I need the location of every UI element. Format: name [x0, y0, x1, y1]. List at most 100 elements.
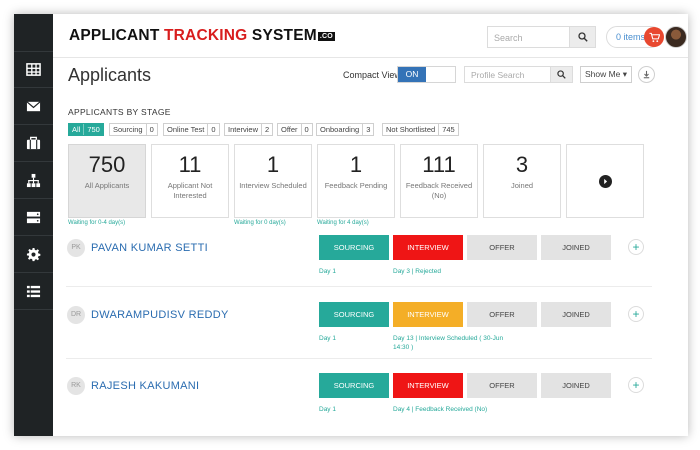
toggle-on-label: ON: [398, 67, 426, 82]
filter-online-test[interactable]: Online Test 0: [163, 123, 220, 136]
stage-card-not-interested[interactable]: 11 Applicant Not Interested: [151, 144, 229, 218]
gear-icon: [26, 247, 41, 261]
cart-icon: [648, 32, 660, 42]
app-logo[interactable]: APPLICANT TRACKING SYSTEM .CO: [69, 27, 335, 45]
app-window: APPLICANT TRACKING SYSTEM .CO Search 0 it…: [14, 14, 688, 436]
sidebar-item-jobs[interactable]: [14, 125, 53, 162]
stage-joined-button[interactable]: JOINED: [541, 373, 611, 398]
download-icon: [643, 70, 650, 79]
top-bar: APPLICANT TRACKING SYSTEM .CO Search 0 it…: [53, 14, 688, 58]
stage-sourcing-button[interactable]: SOURCING: [319, 235, 389, 260]
card-label: Joined: [510, 181, 534, 190]
add-stage-button[interactable]: +: [628, 239, 644, 255]
chevron-right-icon: [598, 174, 612, 188]
card-label: All Applicants: [84, 181, 130, 190]
logo-text-tracking: TRACKING: [164, 27, 248, 44]
stage-note: Day 1: [319, 268, 336, 275]
stage-interview-button[interactable]: INTERVIEW: [393, 302, 463, 327]
card-value: 750: [88, 152, 126, 177]
avatar: PK: [67, 239, 85, 257]
add-stage-button[interactable]: +: [628, 306, 644, 322]
stage-card-interview-scheduled[interactable]: 1 Interview Scheduled: [234, 144, 312, 218]
card-value: 111: [422, 152, 456, 177]
stage-offer-button[interactable]: OFFER: [467, 373, 537, 398]
stage-interview-button[interactable]: INTERVIEW: [393, 373, 463, 398]
filter-onboarding[interactable]: Onboarding 3: [316, 123, 375, 136]
filter-count: 0: [207, 124, 218, 135]
stage-joined-button[interactable]: JOINED: [541, 235, 611, 260]
stage-card-all-applicants[interactable]: 750 All Applicants: [68, 144, 146, 218]
stage-card-feedback-received[interactable]: 111 Feedback Received (No): [400, 144, 478, 218]
stage-card-joined[interactable]: 3 Joined: [483, 144, 561, 218]
compact-view-toggle[interactable]: ON: [397, 66, 456, 83]
card-value: 1: [266, 152, 280, 177]
row-divider: [66, 358, 652, 359]
sidebar-item-organization[interactable]: [14, 162, 53, 199]
org-chart-icon: [26, 173, 41, 187]
sidebar-item-dashboard[interactable]: [14, 51, 53, 88]
stage-note: Day 13 | Interview Scheduled ( 30-Jun: [393, 335, 504, 342]
filter-offer[interactable]: Offer 0: [277, 123, 313, 136]
filter-not-shortlisted[interactable]: Not Shortlisted 745: [382, 123, 459, 136]
search-icon: [577, 32, 588, 42]
waiting-note: Waiting for 0 day(s): [234, 220, 286, 226]
search-button[interactable]: [569, 26, 596, 48]
server-icon: [26, 211, 41, 223]
download-button[interactable]: [638, 66, 655, 83]
next-cards-button[interactable]: [566, 144, 644, 218]
filter-count: 0: [300, 124, 312, 135]
stage-card-feedback-pending[interactable]: 1 Feedback Pending: [317, 144, 395, 218]
applicant-name[interactable]: RAJESH KAKUMANI: [91, 380, 199, 392]
mail-icon: [26, 100, 41, 111]
filter-all[interactable]: All 750: [68, 123, 104, 136]
filter-count: 2: [261, 124, 272, 135]
show-me-dropdown[interactable]: Show Me ▾: [580, 66, 632, 83]
stage-note: Day 4 | Feedback Received (No): [393, 406, 488, 413]
avatar: DR: [67, 306, 85, 324]
search-icon: [557, 70, 566, 79]
applicant-name[interactable]: PAVAN KUMAR SETTI: [91, 242, 208, 254]
sidebar-item-list[interactable]: [14, 273, 53, 310]
profile-search-button[interactable]: [550, 66, 573, 83]
stage-interview-button[interactable]: INTERVIEW: [393, 235, 463, 260]
filter-label: Online Test: [167, 125, 205, 134]
filter-label: Not Shortlisted: [386, 125, 436, 134]
filter-count: 745: [438, 124, 458, 135]
logo-badge: .CO: [317, 32, 335, 41]
waiting-note: Waiting for 0-4 day(s): [68, 220, 126, 226]
applicant-name[interactable]: DWARAMPUDISV REDDY: [91, 309, 229, 321]
stage-offer-button[interactable]: OFFER: [467, 235, 537, 260]
filter-label: Offer: [281, 125, 298, 134]
stage-sourcing-button[interactable]: SOURCING: [319, 373, 389, 398]
stage-joined-button[interactable]: JOINED: [541, 302, 611, 327]
profile-search-input[interactable]: Profile Search: [464, 66, 550, 83]
row-divider: [66, 286, 652, 287]
filter-count: 3: [362, 124, 373, 135]
add-stage-button[interactable]: +: [628, 377, 644, 393]
cart-button[interactable]: [644, 27, 664, 47]
main-content: APPLICANT TRACKING SYSTEM .CO Search 0 it…: [53, 14, 688, 436]
stage-offer-button[interactable]: OFFER: [467, 302, 537, 327]
filter-label: Onboarding: [320, 125, 360, 134]
sidebar-item-servers[interactable]: [14, 199, 53, 236]
filter-count: 750: [83, 124, 103, 135]
logo-text-system: SYSTEM: [247, 27, 317, 44]
card-value: 3: [515, 152, 529, 177]
sidebar-item-messages[interactable]: [14, 88, 53, 125]
list-icon: [26, 285, 41, 297]
stage-note: Day 1: [319, 335, 336, 342]
stage-sourcing-button[interactable]: SOURCING: [319, 302, 389, 327]
search-input[interactable]: Search: [487, 26, 569, 48]
stage-note: 14:30 ): [393, 344, 414, 351]
user-avatar[interactable]: [665, 26, 687, 48]
filter-label: Interview: [228, 125, 259, 134]
filter-label: All: [72, 125, 81, 134]
filter-count: 0: [145, 124, 157, 135]
briefcase-icon: [26, 136, 41, 149]
stage-note: Day 1: [319, 406, 336, 413]
filter-interview[interactable]: Interview 2: [224, 123, 274, 136]
card-label: Feedback Pending: [324, 181, 388, 190]
filter-sourcing[interactable]: Sourcing 0: [109, 123, 158, 136]
sidebar-item-settings[interactable]: [14, 236, 53, 273]
filter-label: Sourcing: [113, 125, 143, 134]
